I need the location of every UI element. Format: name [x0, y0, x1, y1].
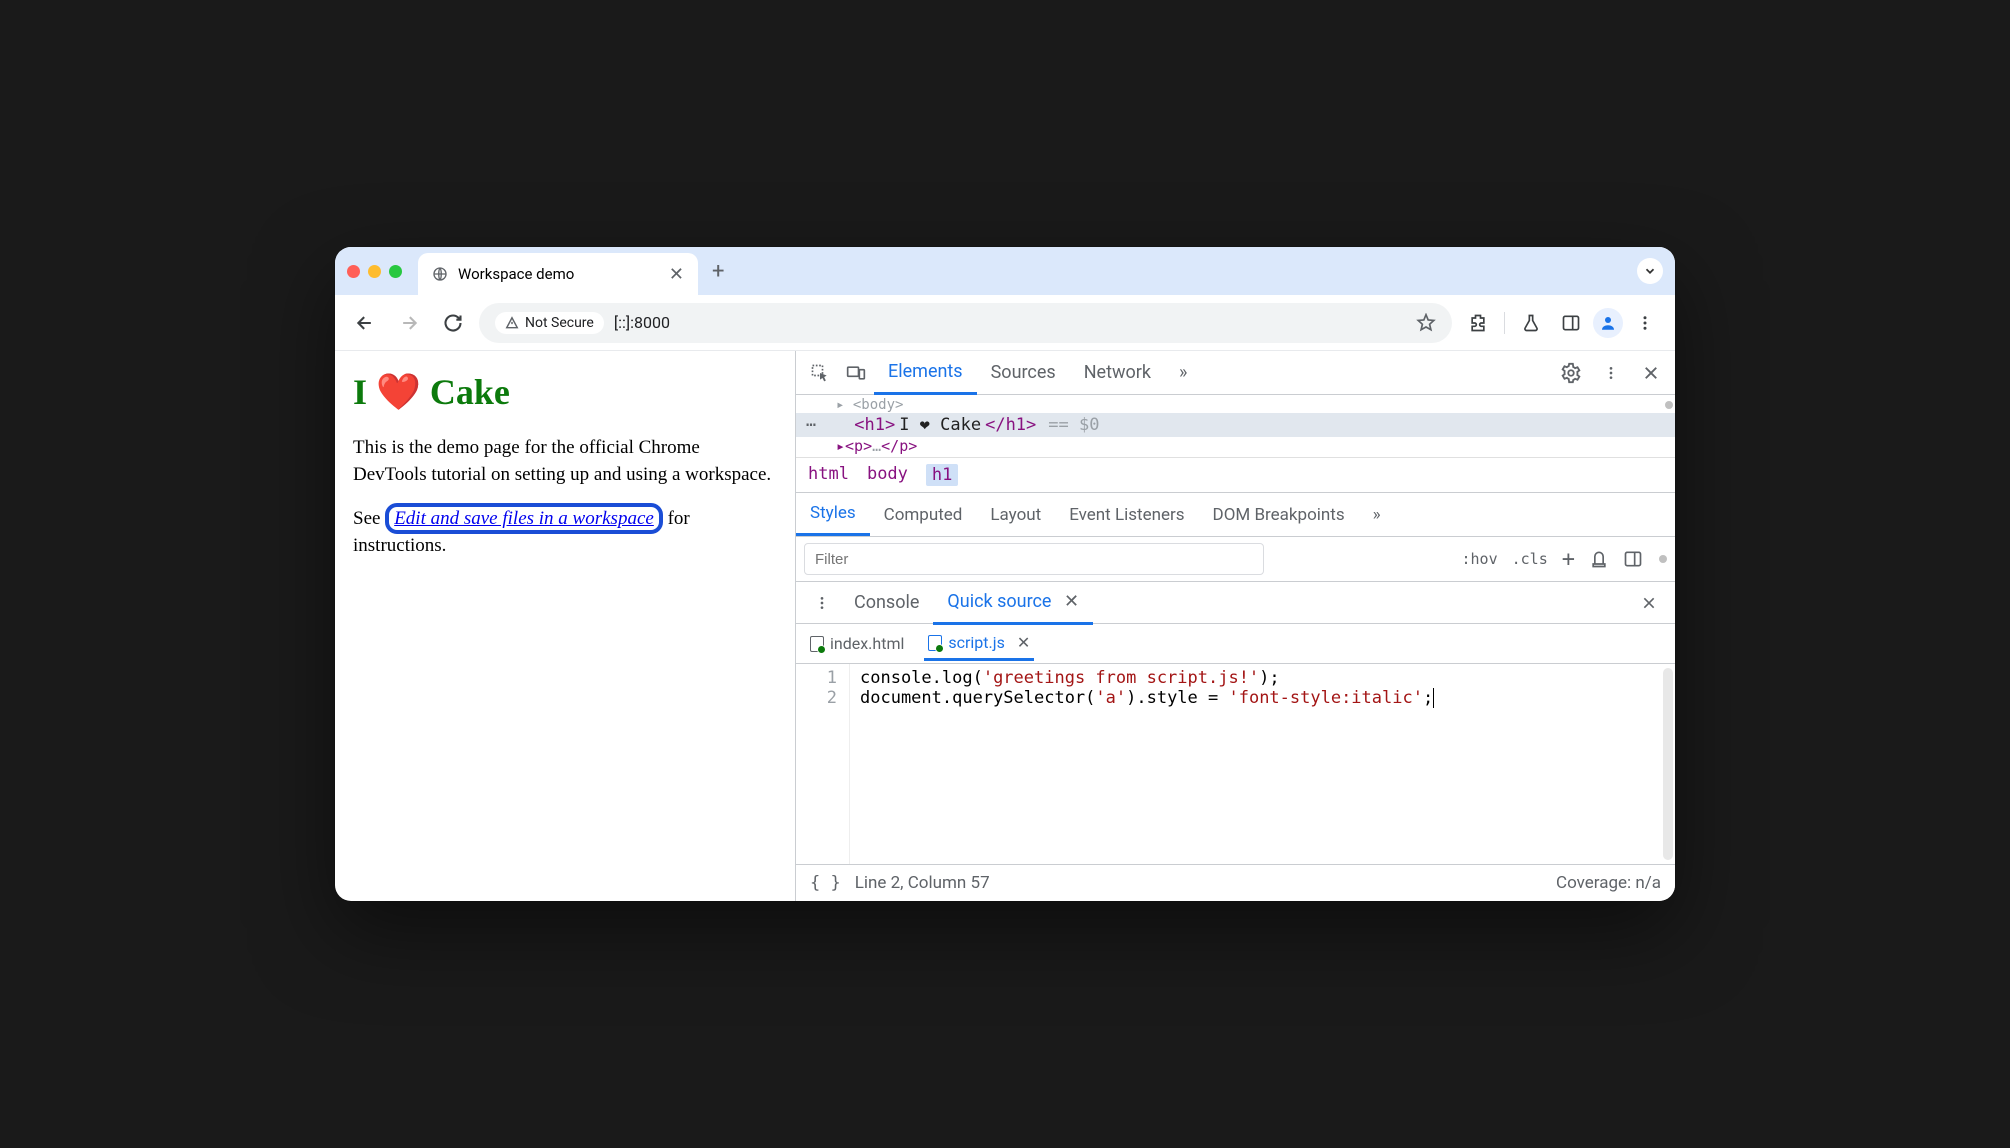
cursor-position: Line 2, Column 57: [855, 873, 990, 893]
separator: [1504, 312, 1505, 334]
close-window-button[interactable]: [347, 265, 360, 278]
code-editor[interactable]: 12 console.log('greetings from script.js…: [796, 664, 1675, 864]
tab-title: Workspace demo: [458, 265, 574, 283]
crumb-h1[interactable]: h1: [926, 464, 958, 486]
see-prefix: See: [353, 508, 385, 529]
settings-icon[interactable]: [1553, 355, 1589, 391]
new-style-rule-icon[interactable]: +: [1562, 547, 1575, 572]
page-heading: I ❤️ Cake: [353, 371, 777, 413]
line-gutter: 12: [796, 664, 850, 864]
tab-sources[interactable]: Sources: [977, 352, 1070, 393]
drawer-menu-icon[interactable]: [804, 585, 840, 621]
devtools-panel: Elements Sources Network » ▸ <: [795, 351, 1675, 901]
file-icon: [928, 635, 942, 651]
file-tabstrip: index.html script.js ✕: [796, 624, 1675, 664]
page-viewport: I ❤️ Cake This is the demo page for the …: [335, 351, 795, 901]
security-badge[interactable]: Not Secure: [495, 312, 604, 334]
content-area: I ❤️ Cake This is the demo page for the …: [335, 351, 1675, 901]
window-controls: [347, 265, 402, 278]
page-intro: This is the demo page for the official C…: [353, 435, 777, 488]
file-icon: [810, 636, 824, 652]
close-tab-icon[interactable]: ✕: [669, 264, 684, 285]
file-tab-script[interactable]: script.js ✕: [924, 627, 1034, 661]
styles-brush-icon[interactable]: [1589, 549, 1609, 569]
browser-window: Workspace demo ✕ + Not Secure [::]:8000: [335, 247, 1675, 901]
tutorial-highlight-ring: Edit and save files in a workspace: [385, 503, 663, 534]
dom-tag-close: </h1>: [985, 415, 1036, 435]
page-see: See Edit and save files in a workspace f…: [353, 506, 777, 559]
side-panel-icon[interactable]: [1553, 305, 1589, 341]
tab-network[interactable]: Network: [1070, 352, 1165, 393]
tab-computed[interactable]: Computed: [870, 495, 977, 535]
close-drawer-icon[interactable]: [1631, 585, 1667, 621]
close-devtools-icon[interactable]: [1633, 355, 1669, 391]
drawer-tabstrip: Console Quick source ✕: [796, 582, 1675, 624]
globe-icon: [432, 266, 448, 282]
titlebar: Workspace demo ✕ +: [335, 247, 1675, 295]
breadcrumb: html body h1: [796, 457, 1675, 493]
tab-dom-breakpoints[interactable]: DOM Breakpoints: [1199, 495, 1359, 535]
cls-toggle[interactable]: .cls: [1512, 550, 1548, 568]
styles-filter-input[interactable]: [804, 543, 1264, 575]
tab-quick-source[interactable]: Quick source ✕: [933, 581, 1093, 625]
tab-layout[interactable]: Layout: [976, 495, 1055, 535]
file-tab-index[interactable]: index.html: [806, 628, 908, 659]
dom-row-actions-icon[interactable]: ⋯: [806, 415, 818, 435]
crumb-html[interactable]: html: [808, 464, 849, 486]
tab-more[interactable]: »: [1165, 352, 1201, 393]
tab-elements[interactable]: Elements: [874, 351, 977, 395]
coverage-status: Coverage: n/a: [1556, 873, 1661, 893]
format-icon[interactable]: { }: [810, 873, 841, 893]
devtools-tabstrip: Elements Sources Network »: [796, 351, 1675, 395]
dom-selected-row[interactable]: ⋯ <h1>I ❤ Cake</h1> == $0: [796, 413, 1675, 437]
dom-text: I ❤ Cake: [899, 415, 981, 435]
styles-filterbar: :hov .cls +: [796, 537, 1675, 582]
tab-styles-more[interactable]: »: [1359, 495, 1395, 535]
forward-button[interactable]: [391, 305, 427, 341]
scrollbar[interactable]: [1663, 668, 1673, 860]
toolbar: Not Secure [::]:8000: [335, 295, 1675, 351]
security-label: Not Secure: [525, 315, 594, 331]
devtools-menu-icon[interactable]: [1593, 355, 1629, 391]
extensions-icon[interactable]: [1460, 305, 1496, 341]
device-toolbar-icon[interactable]: [838, 355, 874, 391]
tab-styles[interactable]: Styles: [796, 493, 870, 536]
inspect-element-icon[interactable]: [802, 355, 838, 391]
maximize-window-button[interactable]: [389, 265, 402, 278]
styles-tabstrip: Styles Computed Layout Event Listeners D…: [796, 493, 1675, 537]
close-tab-icon[interactable]: ✕: [1064, 591, 1079, 612]
dom-body-fragment: ▸ <body>: [796, 397, 1675, 413]
toolbar-actions: [1460, 305, 1663, 341]
tutorial-link[interactable]: Edit and save files in a workspace: [394, 508, 654, 529]
tab-search-button[interactable]: [1637, 258, 1663, 284]
editor-statusbar: { } Line 2, Column 57 Coverage: n/a: [796, 864, 1675, 901]
new-tab-button[interactable]: +: [712, 259, 724, 284]
dom-next-fragment: ▸<p>…</p>: [796, 437, 1675, 455]
scroll-indicator: [1659, 555, 1667, 563]
code-body[interactable]: console.log('greetings from script.js!')…: [850, 664, 1444, 864]
minimize-window-button[interactable]: [368, 265, 381, 278]
scroll-indicator: [1665, 401, 1673, 409]
profile-avatar[interactable]: [1593, 308, 1623, 338]
hov-toggle[interactable]: :hov: [1462, 550, 1498, 568]
address-bar[interactable]: Not Secure [::]:8000: [479, 303, 1452, 343]
chrome-menu-icon[interactable]: [1627, 305, 1663, 341]
back-button[interactable]: [347, 305, 383, 341]
dom-annotation: == $0: [1048, 415, 1099, 435]
dom-tree[interactable]: ▸ <body> ⋯ <h1>I ❤ Cake</h1> == $0 ▸<p>……: [796, 395, 1675, 457]
reload-button[interactable]: [435, 305, 471, 341]
dom-tag-open: <h1>: [854, 415, 895, 435]
computed-panel-icon[interactable]: [1623, 549, 1643, 569]
tab-event-listeners[interactable]: Event Listeners: [1055, 495, 1198, 535]
labs-icon[interactable]: [1513, 305, 1549, 341]
bookmark-icon[interactable]: [1416, 313, 1436, 333]
crumb-body[interactable]: body: [867, 464, 908, 486]
close-file-icon[interactable]: ✕: [1017, 633, 1030, 652]
url-text: [::]:8000: [614, 313, 670, 332]
tab-console[interactable]: Console: [840, 582, 933, 623]
browser-tab[interactable]: Workspace demo ✕: [418, 253, 698, 295]
